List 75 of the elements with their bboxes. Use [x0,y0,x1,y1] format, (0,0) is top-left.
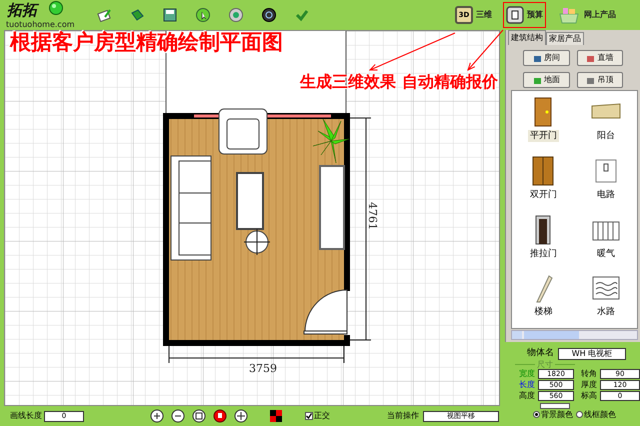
dark-globe-icon [261,7,277,23]
eye-icon [228,7,244,23]
pan-button[interactable] [234,409,248,423]
annotation-text: 自动精确报价 [402,74,498,90]
panel-tab[interactable]: 家居产品 [546,32,584,45]
checkbox-label: 正交 [314,410,330,422]
item-label[interactable]: 双开门 [528,188,559,201]
field-label: 长度 [519,380,535,390]
name-field[interactable]: WH 电视柜 [558,348,626,360]
dark-globe-tool[interactable] [261,7,277,23]
save-tool[interactable] [162,7,178,23]
book-icon [129,7,145,23]
logo-url: tuotuohome.com [6,20,75,30]
radio-label: 背景颜色 [541,410,573,420]
field-label: 高度 [519,390,535,400]
block-icon [586,54,596,62]
ball-logo-icon [48,0,64,16]
cursor-icon [195,7,211,23]
armchair [218,108,268,154]
pan-icon [234,409,248,423]
arrow [468,30,504,70]
panel-button[interactable]: 直墙 [576,50,623,66]
field-label: 当前操作 [387,410,419,422]
logo-text: 拓拓 [7,0,37,20]
zoom-out-button[interactable] [171,409,185,423]
item-label[interactable]: 暖气 [594,248,617,260]
eye-tool[interactable] [228,7,244,23]
block-icon [532,76,542,84]
field-label: 宽度 [519,368,535,378]
field-label: 转角 [581,368,597,378]
zoom-in-button[interactable] [150,409,164,423]
panel-button[interactable]: 房间 [523,50,570,66]
dimension-label: 4761 [366,202,379,230]
field-label: 标高 [581,390,597,400]
group-label: 尺寸 [537,360,553,368]
color-swatch-button[interactable] [269,409,283,423]
field-label: 画线长度 [10,410,42,422]
item-label[interactable]: 水路 [594,306,617,318]
radio-button[interactable] [533,411,540,418]
check-icon [306,413,312,419]
round-stool [244,228,270,256]
block-icon [532,54,542,62]
field-label: 物体名 [527,347,554,360]
cursor-tool[interactable] [195,7,211,23]
save-icon [162,7,178,23]
field-label: 厚度 [581,380,597,390]
check-arrow-tool[interactable] [294,7,310,23]
panel-button[interactable]: 吊顶 [576,72,623,88]
toolbar-button[interactable]: 预算 [503,2,546,28]
zoom-out-icon [171,409,185,423]
item-label[interactable]: 电路 [594,188,617,201]
horizontal-scrollbar[interactable] [511,330,638,340]
panel-button[interactable]: 地面 [523,72,570,88]
item-label[interactable]: 推拉门 [528,248,559,260]
radio-button[interactable] [576,411,583,418]
zoom-in-icon [150,409,164,423]
panel-tab[interactable]: 建筑结构 [508,30,546,45]
fit-view-button[interactable] [192,409,206,423]
slider-track[interactable] [540,402,570,408]
plant [312,118,350,164]
dimension-label: 3759 [249,362,277,375]
checkbox[interactable] [305,412,313,420]
toolbar-button[interactable]: 网上产品 [554,2,619,28]
radio-label: 线框颜色 [584,410,616,420]
document-icon [506,6,524,24]
door-swing [304,290,348,334]
book-tool[interactable] [129,7,145,23]
item-label[interactable]: 平开门 [528,130,559,142]
item-label[interactable]: 楼梯 [532,306,554,318]
color-swatch-icon [269,409,283,423]
block-icon [586,76,596,84]
coffee-table [236,172,264,230]
item-label[interactable]: 阳台 [594,130,617,142]
basket-icon [557,6,581,24]
fit-view-icon [192,409,206,423]
